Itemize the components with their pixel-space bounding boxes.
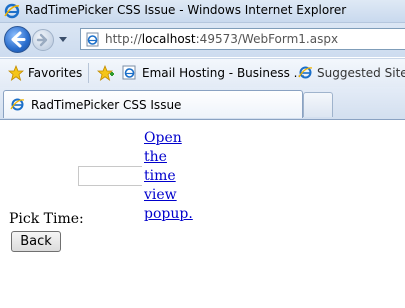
- tab-radtimepicker[interactable]: RadTimePicker CSS Issue: [3, 90, 303, 118]
- address-bar[interactable]: http://localhost:49573/WebForm1.aspx: [80, 28, 405, 50]
- ie-icon: [298, 66, 313, 79]
- url-scheme: http://: [105, 32, 142, 46]
- back-nav-button[interactable]: [4, 26, 31, 53]
- ie-icon: [122, 65, 136, 80]
- window-title: RadTimePicker CSS Issue - Windows Intern…: [25, 3, 347, 17]
- window-title-bar: RadTimePicker CSS Issue - Windows Intern…: [0, 0, 405, 23]
- add-favorite-icon[interactable]: [97, 65, 115, 81]
- dropdown-icon[interactable]: [58, 36, 68, 44]
- back-button[interactable]: Back: [11, 231, 61, 252]
- favorites-separator: [88, 63, 89, 83]
- ie-icon: [4, 3, 20, 19]
- favorites-button[interactable]: Favorites: [28, 66, 82, 80]
- page-content: Open the time view popup. Pick Time: Bac…: [0, 120, 405, 308]
- pick-time-label: Pick Time:: [9, 211, 84, 227]
- favorites-item-email-hosting[interactable]: Email Hosting - Business ...: [142, 66, 305, 80]
- page-icon: [86, 32, 99, 47]
- time-input[interactable]: [78, 166, 142, 186]
- new-tab-button[interactable]: [303, 92, 333, 117]
- favorites-bar: Favorites Email Hosting - Business ... S…: [0, 58, 405, 88]
- favorites-item-suggested-sites[interactable]: Suggested Sites: [317, 66, 405, 80]
- url-text: http://localhost:49573/WebForm1.aspx: [105, 32, 338, 46]
- forward-nav-button[interactable]: [32, 29, 54, 51]
- forward-arrow-icon: [36, 33, 48, 47]
- tab-label: RadTimePicker CSS Issue: [31, 98, 182, 112]
- navigation-bar: http://localhost:49573/WebForm1.aspx: [0, 23, 405, 57]
- url-host: localhost: [141, 32, 196, 46]
- tab-bar: RadTimePicker CSS Issue: [0, 87, 405, 120]
- ie-icon: [10, 98, 25, 111]
- open-time-popup-link[interactable]: Open the time view popup.: [144, 129, 196, 224]
- favorites-star-icon: [8, 65, 24, 81]
- url-path: :49573/WebForm1.aspx: [195, 32, 339, 46]
- back-arrow-icon: [11, 31, 26, 48]
